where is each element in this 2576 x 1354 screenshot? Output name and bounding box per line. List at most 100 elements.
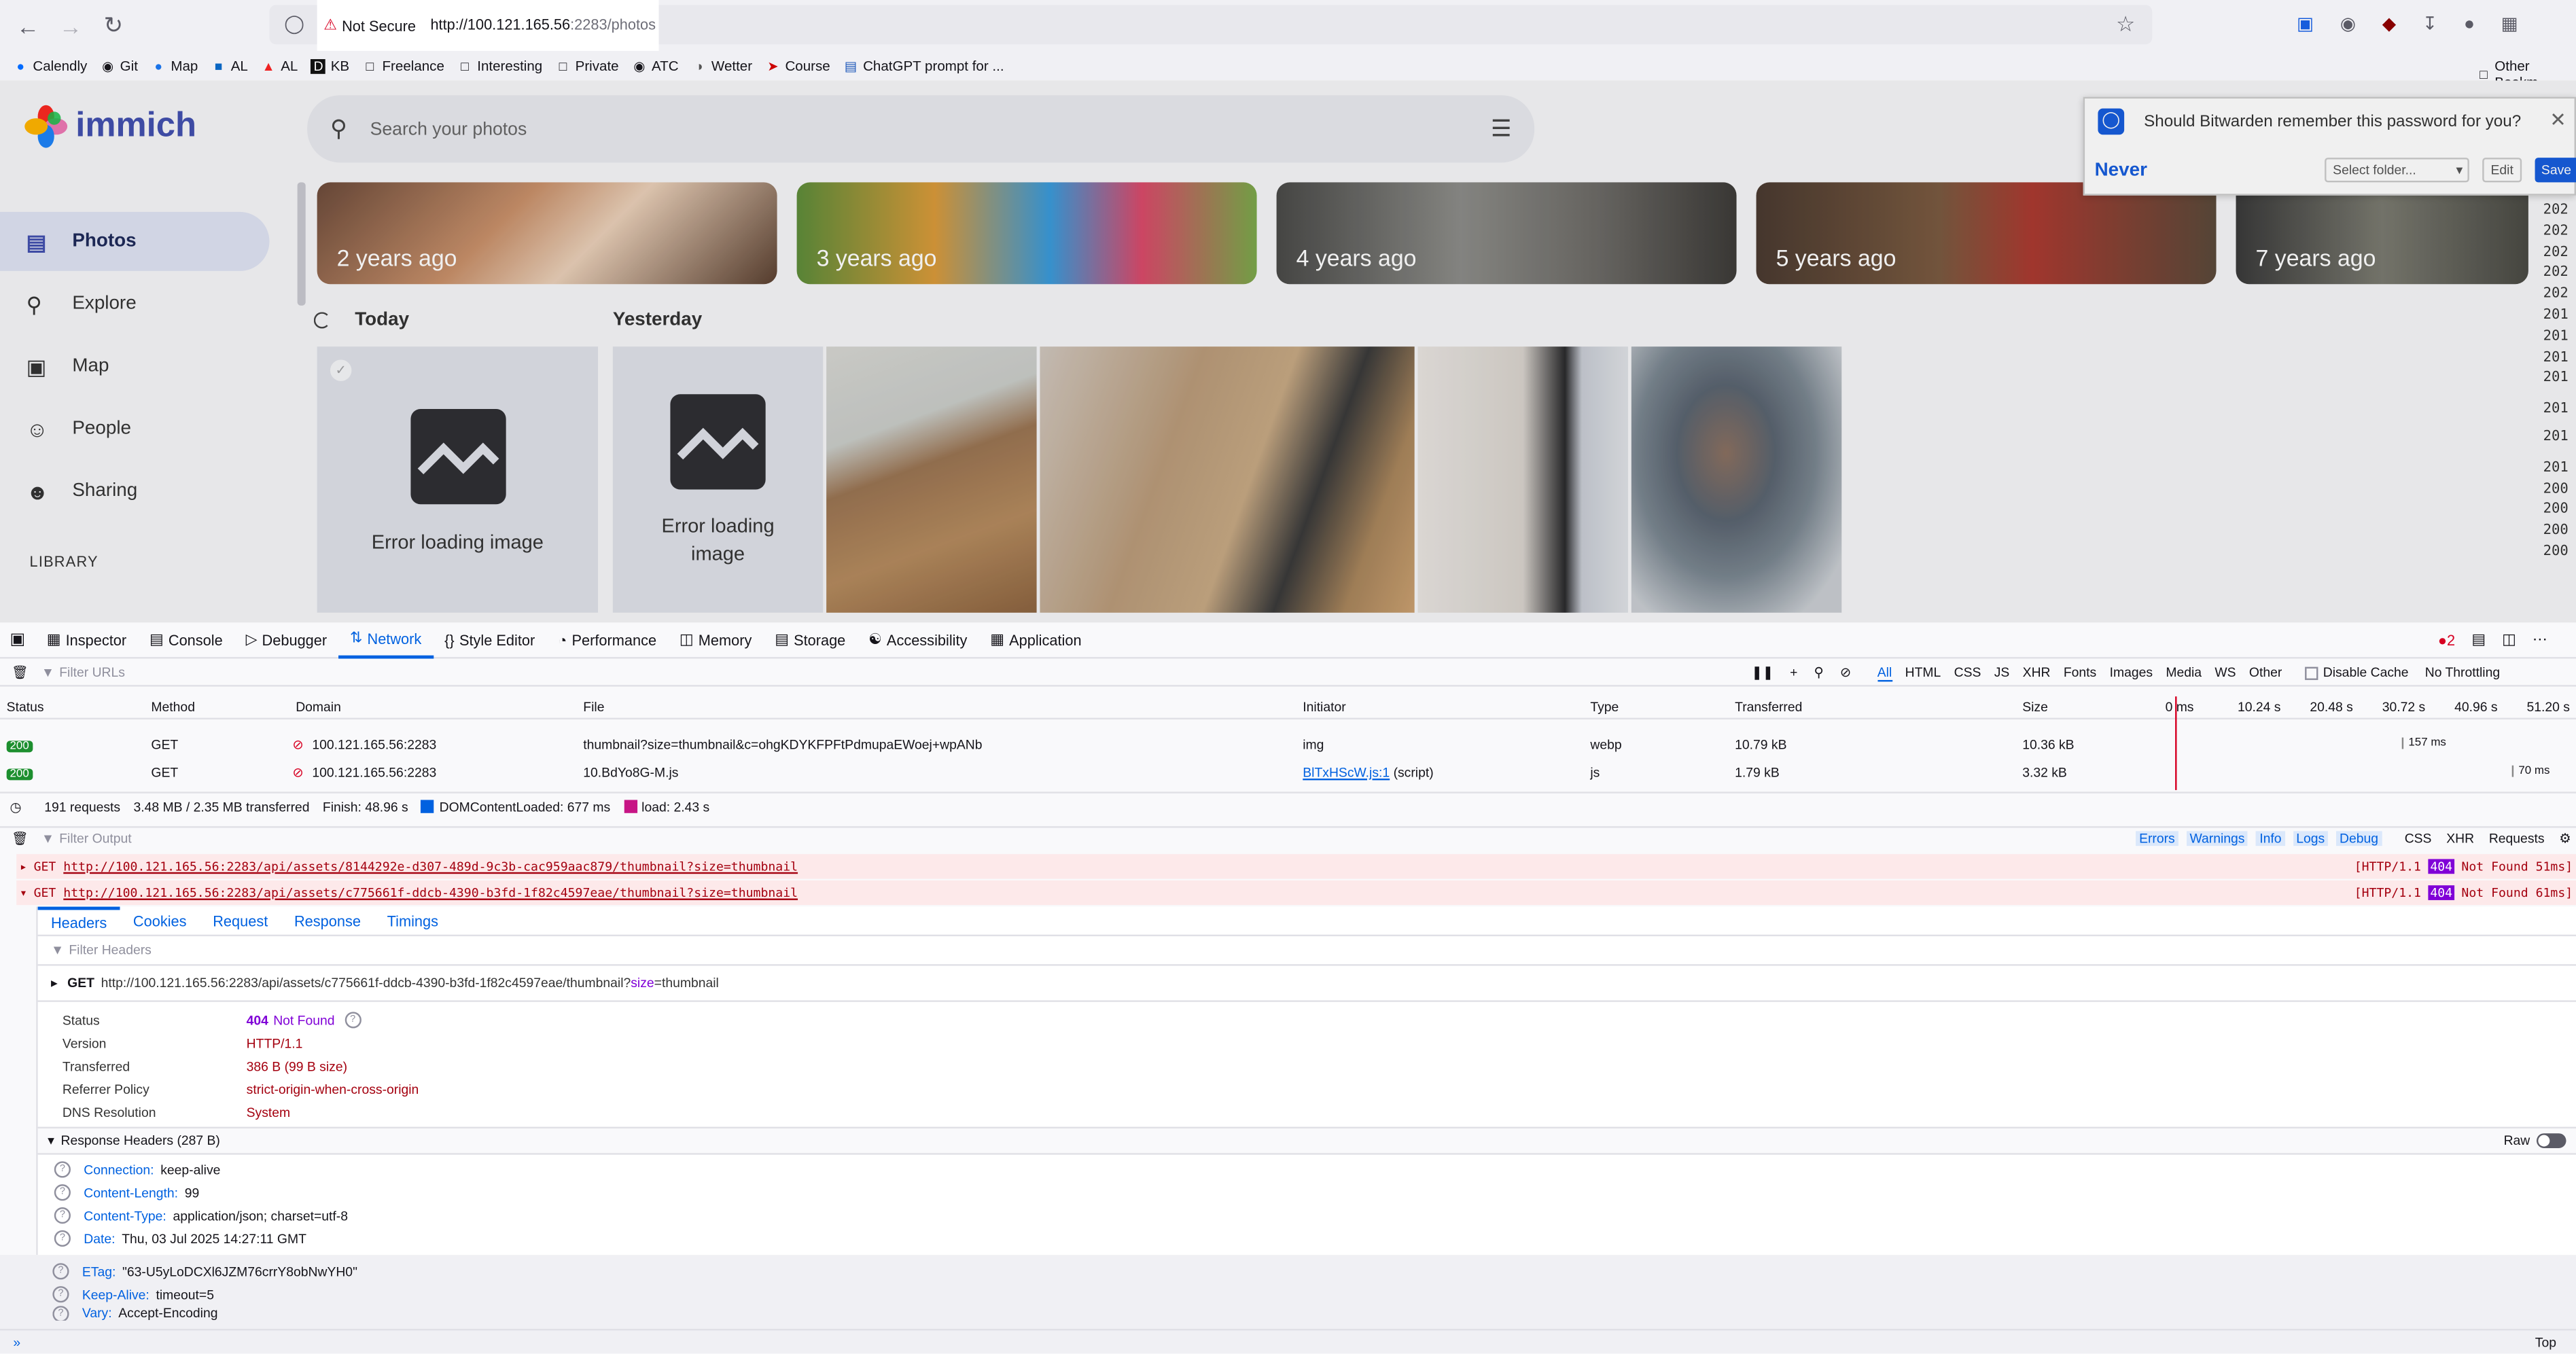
column-size[interactable]: Size [2022, 700, 2048, 719]
request-line[interactable]: ▸ GET http://100.121.165.56:2283/api/ass… [37, 966, 2576, 1002]
type-filter[interactable]: XHR [2023, 665, 2051, 680]
type-filter[interactable]: HTML [1905, 665, 1941, 680]
bookmark-item[interactable]: ▲ AL [261, 58, 298, 74]
initiator-link[interactable]: BlTxHScW.js:1 [1303, 766, 1390, 781]
shield-icon[interactable]: ◯ [284, 13, 304, 35]
memory-card[interactable]: 5 years ago [1756, 182, 2217, 285]
timeline-scrubber[interactable]: 202 202 202 202 202 201 201 201 201 201 … [2543, 200, 2576, 563]
tab-performance[interactable]: ◔ Performance [546, 622, 668, 658]
tab-response[interactable]: Response [281, 912, 374, 929]
bookmark-item[interactable]: D KB [311, 58, 349, 74]
memory-card[interactable]: 4 years ago [1276, 182, 1737, 285]
header-row[interactable]: ? ETag: "63-U5yLoDCXl6JZM76crrY8obNwYH0" [52, 1260, 2576, 1283]
bookmark-item[interactable]: □ Interesting [457, 58, 542, 74]
plus-icon[interactable]: + [1790, 665, 1797, 680]
photo-tile[interactable] [1417, 346, 1628, 613]
header-row[interactable]: ? Keep-Alive: timeout=5 [52, 1283, 2576, 1306]
tab-console[interactable]: ▤ Console [138, 622, 234, 658]
bookmark-item[interactable]: □ Freelance [362, 58, 444, 74]
sidebar-scrollbar[interactable] [297, 182, 306, 306]
type-filter[interactable]: Images [2110, 665, 2153, 680]
help-icon[interactable]: ? [345, 1012, 361, 1029]
bitwarden-extension-icon[interactable]: ▣ [2297, 13, 2314, 35]
back-icon[interactable]: ← [7, 12, 50, 39]
disable-cache-checkbox[interactable] [2305, 666, 2318, 679]
tab-inspector[interactable]: ▦ Inspector [35, 622, 138, 658]
console-error-line[interactable]: ▾ GET http://100.121.165.56:2283/api/ass… [16, 880, 2576, 906]
search-input[interactable]: Search your photos [370, 119, 1491, 139]
photo-tile-error[interactable]: Error loading image [612, 346, 824, 613]
globe-extension-icon[interactable]: ◉ [2340, 13, 2356, 35]
help-icon[interactable]: ? [52, 1263, 69, 1280]
tab-memory[interactable]: ◫ Memory [668, 622, 763, 658]
bookmark-item[interactable]: ◑ Wetter [692, 58, 752, 74]
ublock-extension-icon[interactable]: ◆ [2382, 13, 2396, 35]
nav-photos[interactable]: ▤ Photos [0, 211, 270, 271]
column-file[interactable]: File [583, 700, 604, 719]
tab-request[interactable]: Request [200, 912, 281, 929]
bookmark-item[interactable]: ● Map [151, 58, 198, 74]
column-status[interactable]: Status [7, 700, 44, 719]
level-logs[interactable]: Logs [2293, 831, 2329, 847]
raw-toggle[interactable]: Raw [2504, 1133, 2566, 1148]
search-bar[interactable]: ⚲ Search your photos ☰ [307, 95, 1535, 163]
trash-icon[interactable]: 🗑 [12, 831, 29, 846]
never-button[interactable]: Never [2095, 161, 2147, 181]
bookmark-item[interactable]: ◉ Git [101, 58, 138, 74]
column-type[interactable]: Type [1590, 700, 1619, 719]
bookmark-item[interactable]: ■ AL [211, 58, 248, 74]
kind-css[interactable]: CSS [2405, 831, 2432, 846]
type-filter[interactable]: Media [2166, 665, 2202, 680]
column-method[interactable]: Method [151, 700, 195, 719]
level-warnings[interactable]: Warnings [2186, 831, 2248, 847]
nav-explore[interactable]: ⚲ Explore [0, 274, 292, 334]
bookmark-item[interactable]: ● Calendly [13, 58, 87, 74]
memory-card[interactable]: 3 years ago [796, 182, 1257, 285]
header-row[interactable]: ? Content-Type: application/json; charset=… [54, 1204, 2576, 1227]
tab-application[interactable]: ▦ Application [978, 622, 1093, 658]
type-filter-all[interactable]: All [1877, 664, 1892, 681]
console-input-bar[interactable]: » Top [0, 1328, 2576, 1353]
tab-debugger[interactable]: ▷ Debugger [234, 622, 338, 658]
more-icon[interactable]: ⋯ [2533, 630, 2547, 649]
extensions-icon[interactable]: ▦ [2501, 13, 2518, 35]
help-icon[interactable]: ? [52, 1306, 69, 1321]
bookmark-item[interactable]: ▤ ChatGPT prompt for ... [843, 58, 1004, 74]
forward-icon[interactable]: → [50, 12, 92, 39]
response-headers-toggle[interactable]: ▾ Response Headers (287 B) Raw [37, 1128, 2576, 1155]
photo-tile[interactable] [1631, 346, 1842, 613]
tab-style-editor[interactable]: {} Style Editor [433, 622, 546, 658]
throttling-select[interactable]: No Throttling [2425, 665, 2500, 680]
help-icon[interactable]: ? [54, 1161, 71, 1178]
tab-accessibility[interactable]: ☯ Accessibility [857, 622, 978, 658]
column-initiator[interactable]: Initiator [1303, 700, 1345, 719]
error-url[interactable]: http://100.121.165.56:2283/api/assets/c7… [63, 885, 798, 900]
bookmark-item[interactable]: ➤ Course [765, 58, 830, 74]
column-transferred[interactable]: Transferred [1735, 700, 1802, 719]
header-row[interactable]: ? Content-Length: 99 [54, 1181, 2576, 1204]
filter-sliders-icon[interactable]: ☰ [1491, 115, 1511, 143]
context-selector[interactable]: Top [2535, 1334, 2556, 1349]
kind-xhr[interactable]: XHR [2446, 831, 2474, 846]
error-url[interactable]: http://100.121.165.56:2283/api/assets/81… [63, 859, 798, 874]
save-button[interactable]: Save [2535, 158, 2576, 183]
reload-icon[interactable]: ↻ [92, 12, 135, 39]
profile-icon[interactable]: ● [2464, 14, 2475, 34]
help-icon[interactable]: ? [54, 1230, 71, 1247]
tab-headers[interactable]: Headers [37, 906, 120, 936]
header-row[interactable]: ? Connection: keep-alive [54, 1158, 2576, 1181]
nav-sharing[interactable]: ☻ Sharing [0, 461, 292, 520]
bookmark-star-icon[interactable]: ☆ [2116, 12, 2135, 38]
pause-icon[interactable]: ❚❚ [1751, 665, 1773, 680]
tab-timings[interactable]: Timings [374, 912, 451, 929]
photo-tile[interactable] [826, 346, 1037, 613]
close-icon[interactable]: ✕ [2549, 109, 2566, 132]
level-info[interactable]: Info [2256, 831, 2285, 847]
block-icon[interactable]: ⊘ [1840, 665, 1851, 680]
trash-icon[interactable]: 🗑 [12, 665, 29, 680]
memory-card[interactable]: 2 years ago [317, 182, 777, 285]
type-filter[interactable]: CSS [1954, 665, 1981, 680]
request-row[interactable]: 200 GET ⊘ 100.121.165.56:2283 10.BdYo8G-… [0, 759, 2576, 787]
column-domain[interactable]: Domain [296, 700, 341, 719]
console-error-line[interactable]: ▸ GET http://100.121.165.56:2283/api/ass… [16, 854, 2576, 879]
